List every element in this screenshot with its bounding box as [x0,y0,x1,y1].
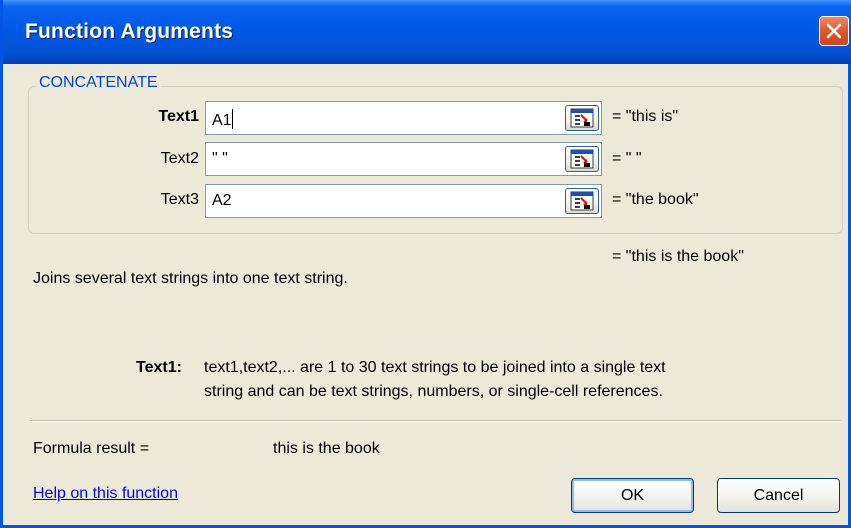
arg-result-text2: = " " [612,150,642,167]
function-description: Joins several text strings into one text… [33,270,348,287]
argument-help-line1: Text1: text1,text2,... are 1 to 30 text s… [136,356,836,380]
range-selector-icon [570,149,594,169]
title-bar[interactable]: Function Arguments [3,0,851,64]
arg-value-text1: A1 [212,109,233,130]
dialog-title: Function Arguments [25,20,234,43]
formula-result-value: this is the book [273,440,380,457]
arg-result-text1: = "this is" [612,108,679,125]
arg-label-text3: Text3 [160,191,199,208]
close-button[interactable] [819,16,849,46]
function-name-label: CONCATENATE [36,74,161,92]
formula-result-label: Formula result = [33,440,150,457]
function-arguments-dialog: Function Arguments CONCATENATE Text1 A1 [0,0,851,528]
argument-help: Text1: text1,text2,... are 1 to 30 text s… [136,356,836,404]
cancel-button[interactable]: Cancel [717,478,840,513]
range-selector-icon [570,108,594,128]
arg-value-text3: A2 [212,192,232,209]
ok-button[interactable]: OK [571,478,694,513]
arg-input-text2[interactable]: " " [205,142,602,176]
function-result-preview: = "this is the book" [612,248,744,265]
separator [30,420,841,422]
help-on-function-link[interactable]: Help on this function [33,485,178,503]
range-selector-icon [570,191,594,211]
collapse-dialog-button-text2[interactable] [565,146,599,172]
arg-input-text3[interactable]: A2 [205,184,602,218]
collapse-dialog-button-text3[interactable] [565,188,599,214]
argument-help-name: Text1: [136,359,182,376]
arg-label-text1: Text1 [158,108,199,125]
text-cursor [231,109,233,129]
close-icon [826,23,842,39]
arg-value-text2: " " [212,150,228,167]
argument-help-line2: string and can be text strings, numbers,… [204,383,663,400]
arg-result-text3: = "the book" [612,191,699,208]
arg-input-text1[interactable]: A1 [205,101,602,135]
arg-label-text2: Text2 [160,150,199,167]
collapse-dialog-button-text1[interactable] [565,105,599,131]
